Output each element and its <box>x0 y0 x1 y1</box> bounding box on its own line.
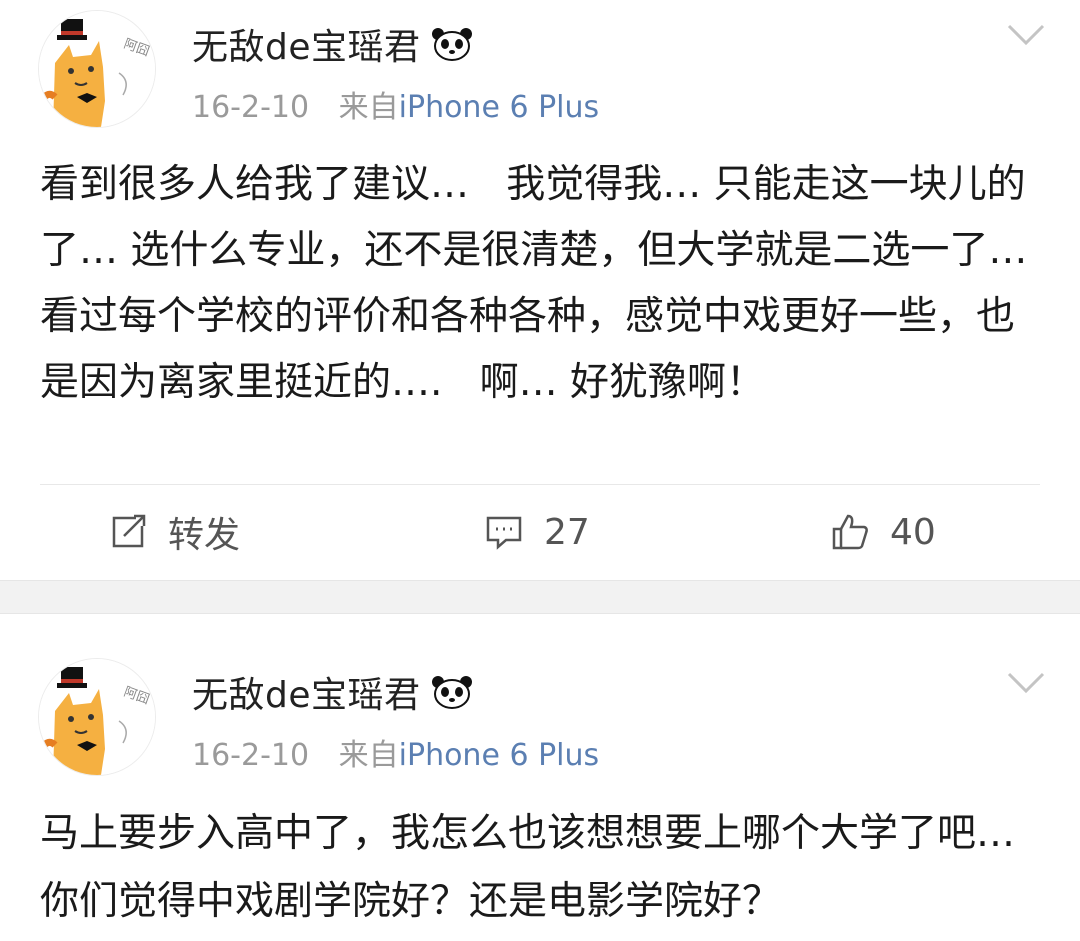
repost-icon <box>112 514 146 548</box>
chevron-down-icon[interactable] <box>1006 670 1046 696</box>
post-meta: 16-2-10 来自iPhone 6 Plus <box>192 730 599 774</box>
repost-label: 转发 <box>168 515 241 556</box>
panda-icon <box>431 28 472 61</box>
post-separator <box>0 580 1080 614</box>
post-meta: 16-2-10 来自iPhone 6 Plus <box>192 82 599 126</box>
user-info: 无敌de宝瑶君 <box>192 666 473 718</box>
divider <box>40 484 1040 485</box>
avatar[interactable]: 阿囧 <box>38 10 156 128</box>
source-prefix: 来自 <box>338 738 399 773</box>
repost-button[interactable]: 转发 <box>108 500 240 564</box>
like-count: 40 <box>890 511 936 553</box>
panda-icon <box>431 676 472 709</box>
post-date: 16-2-10 <box>192 90 310 125</box>
avatar-cat-icon: 阿囧 <box>39 659 155 775</box>
chevron-down-icon[interactable] <box>1006 22 1046 48</box>
avatar-cat-icon: 阿囧 <box>39 11 155 127</box>
weibo-post: 阿囧 无敌de宝瑶君 16-2-10 来自iPhone 6 Plus 马上要步入… <box>0 614 1080 941</box>
username[interactable]: 无敌de宝瑶君 <box>192 18 421 70</box>
action-bar: 转发 27 40 <box>0 500 1080 564</box>
like-icon <box>832 514 868 550</box>
post-content: 看到很多人给我了建议… 我觉得我… 只能走这一块儿的了… 选什么专业，还不是很清… <box>40 162 1053 405</box>
comment-button[interactable]: 27 <box>484 500 590 564</box>
comment-count: 27 <box>544 511 590 553</box>
like-button[interactable]: 40 <box>830 500 936 564</box>
source-prefix: 来自 <box>338 90 399 125</box>
user-info: 无敌de宝瑶君 <box>192 18 473 70</box>
post-date: 16-2-10 <box>192 738 310 773</box>
post-source[interactable]: iPhone 6 Plus <box>399 90 600 125</box>
username[interactable]: 无敌de宝瑶君 <box>192 666 421 718</box>
post-source[interactable]: iPhone 6 Plus <box>399 738 600 773</box>
weibo-post: 阿囧 无敌de宝瑶君 16-2-10 来自iPhone 6 Plus 看到很多人… <box>0 0 1080 580</box>
avatar[interactable]: 阿囧 <box>38 658 156 776</box>
comment-icon <box>486 516 522 550</box>
post-content: 马上要步入高中了，我怎么也该想想要上哪个大学了吧… 你们觉得中戏剧学院好？还是电… <box>40 811 1028 924</box>
